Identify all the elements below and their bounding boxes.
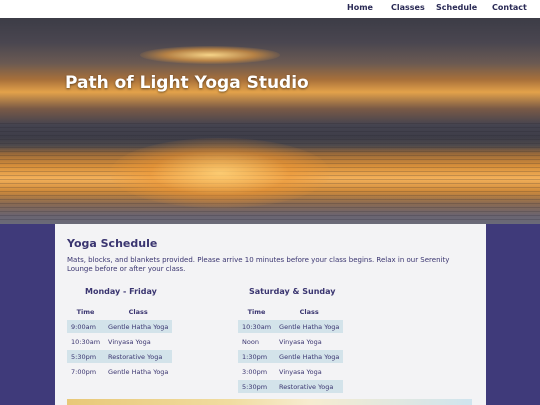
class-time: 5:30pm (238, 380, 276, 393)
class-time: 3:00pm (242, 367, 268, 376)
weekend-table: Time Class 10:30am Gentle Hatha Yoga Noo… (238, 304, 344, 395)
class-name: Restorative Yoga (104, 350, 173, 363)
class-column-header: Class (299, 308, 319, 316)
table-row: 3:00pm Vinyasa Yoga (238, 365, 343, 378)
weekend-heading: Saturday & Sunday (249, 287, 336, 296)
class-name: Restorative Yoga (275, 380, 344, 393)
table-header-row: Time Class (238, 306, 343, 318)
nav-contact-link[interactable]: Contact (492, 3, 527, 12)
class-time: 7:00pm (71, 367, 97, 376)
table-header-row: Time Class (67, 306, 172, 318)
top-nav: Home Classes Schedule Contact (0, 0, 540, 18)
main-content: Yoga Schedule Mats, blocks, and blankets… (55, 224, 486, 405)
class-name: Vinyasa Yoga (279, 367, 322, 376)
nav-schedule-link[interactable]: Schedule (436, 3, 477, 12)
class-time: 10:30am (71, 337, 101, 346)
weekday-heading: Monday - Friday (85, 287, 157, 296)
class-time: Noon (242, 337, 259, 346)
class-name: Gentle Hatha Yoga (275, 350, 344, 363)
table-row: 10:30am Gentle Hatha Yoga (238, 320, 344, 333)
class-time: 1:30pm (238, 350, 276, 363)
intro-text: Mats, blocks, and blankets provided. Ple… (67, 256, 450, 273)
class-name: Gentle Hatha Yoga (104, 320, 173, 333)
table-row: 5:30pm Restorative Yoga (67, 350, 173, 363)
table-row: 5:30pm Restorative Yoga (238, 380, 344, 393)
table-row: 7:00pm Gentle Hatha Yoga (67, 365, 172, 378)
page-heading: Yoga Schedule (67, 237, 158, 250)
class-name: Gentle Hatha Yoga (108, 367, 169, 376)
class-time: 9:00am (67, 320, 105, 333)
site-title: Path of Light Yoga Studio (65, 73, 309, 93)
time-column-header: Time (247, 308, 266, 316)
class-name: Vinyasa Yoga (108, 337, 151, 346)
table-row: 10:30am Vinyasa Yoga (67, 335, 172, 348)
nav-classes-link[interactable]: Classes (391, 3, 425, 12)
table-row: 9:00am Gentle Hatha Yoga (67, 320, 173, 333)
weekday-table: Time Class 9:00am Gentle Hatha Yoga 10:3… (67, 304, 173, 380)
sun-reflection (110, 138, 330, 208)
hero-banner: Path of Light Yoga Studio (0, 18, 540, 224)
table-row: 1:30pm Gentle Hatha Yoga (238, 350, 344, 363)
class-column-header: Class (128, 308, 148, 316)
sunset-sky-glow (140, 46, 280, 64)
nav-home-link[interactable]: Home (347, 3, 373, 12)
time-column-header: Time (76, 308, 95, 316)
table-row: Noon Vinyasa Yoga (238, 335, 343, 348)
class-name: Gentle Hatha Yoga (275, 320, 344, 333)
class-time: 5:30pm (67, 350, 105, 363)
footer-image-strip (67, 399, 472, 405)
class-time: 10:30am (238, 320, 276, 333)
class-name: Vinyasa Yoga (279, 337, 322, 346)
